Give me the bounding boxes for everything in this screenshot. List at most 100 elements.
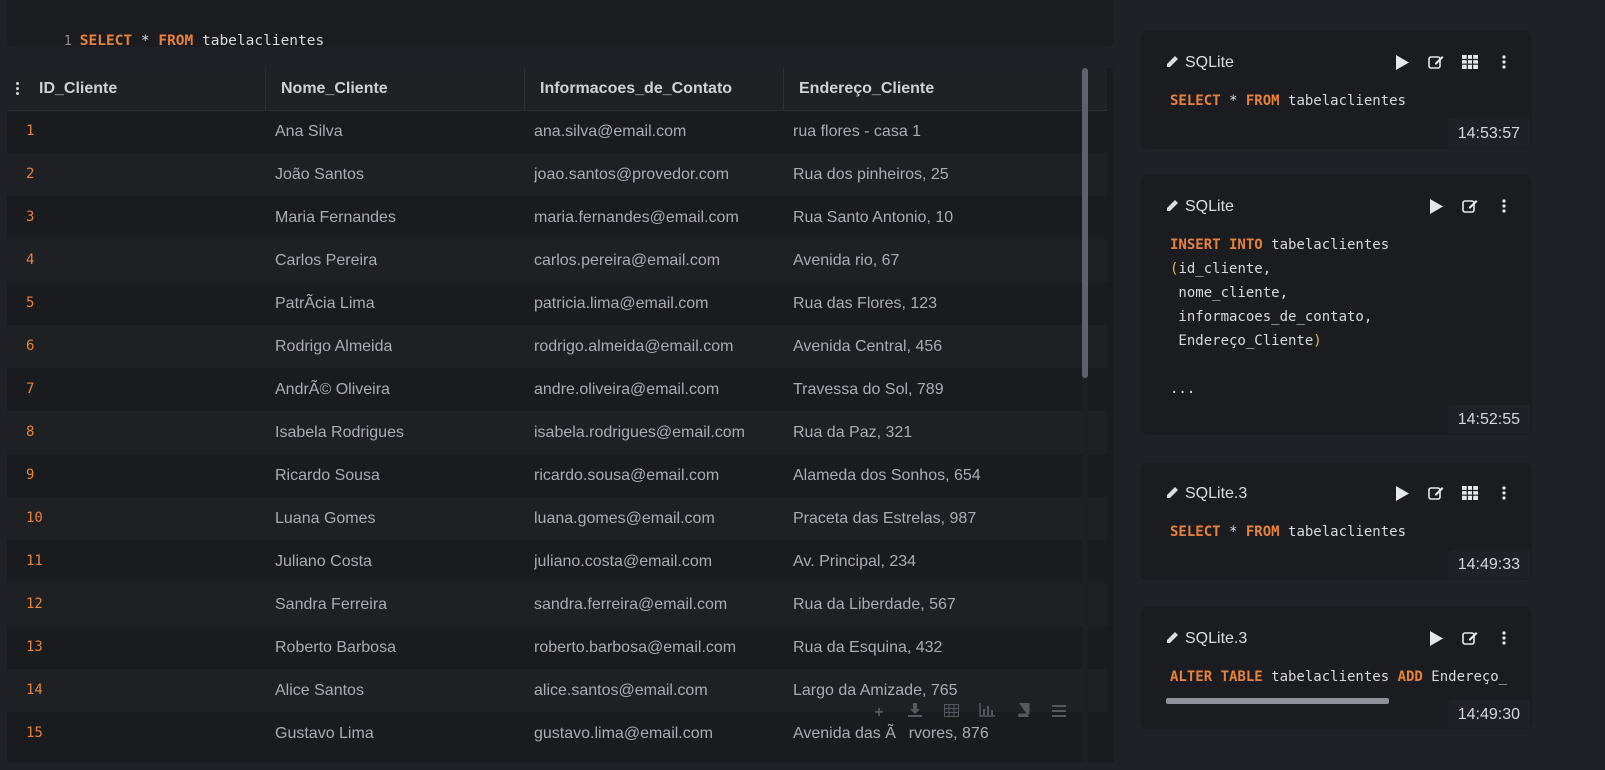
- run-icon[interactable]: [1428, 629, 1444, 647]
- table-row[interactable]: 2 João Santos joao.santos@provedor.com Rua …: [7, 153, 1107, 196]
- bar-chart-icon[interactable]: [977, 703, 997, 723]
- edit-icon[interactable]: [1428, 53, 1444, 71]
- cell-id[interactable]: 3: [26, 196, 34, 239]
- cell-contato[interactable]: carlos.pereira@email.com: [534, 239, 720, 282]
- cell-endereco[interactable]: Rua das Flores, 123: [793, 282, 937, 325]
- cell-contato[interactable]: ricardo.sousa@email.com: [534, 454, 719, 497]
- cell-id[interactable]: 7: [26, 368, 34, 411]
- cell-nome[interactable]: Alice Santos: [275, 669, 364, 712]
- cell-id[interactable]: 10: [26, 497, 43, 540]
- column-header-endereco[interactable]: Endereço_Cliente: [784, 68, 1084, 110]
- run-icon[interactable]: [1394, 53, 1410, 71]
- editor-line[interactable]: 1 SELECT * FROM tabelaclientes: [29, 17, 324, 65]
- cell-id[interactable]: 14: [26, 669, 43, 712]
- scrollbar-thumb[interactable]: [1082, 68, 1088, 378]
- table-row[interactable]: 11 Juliano Costa juliano.costa@email.com Av…: [7, 540, 1107, 583]
- history-card[interactable]: SQLite.3 ALTER TABLE tabelaclientes ADD …: [1140, 607, 1532, 730]
- cell-contato[interactable]: juliano.costa@email.com: [534, 540, 712, 583]
- run-icon[interactable]: [1394, 484, 1410, 502]
- cell-contato[interactable]: rodrigo.almeida@email.com: [534, 325, 733, 368]
- column-menu-icon[interactable]: [16, 82, 20, 96]
- table-row[interactable]: 1 Ana Silva ana.silva@email.com rua flores …: [7, 110, 1107, 153]
- table-row[interactable]: 8 Isabela Rodrigues isabela.rodrigues@emai…: [7, 411, 1107, 454]
- table-row[interactable]: 6 Rodrigo Almeida rodrigo.almeida@email.co…: [7, 325, 1107, 368]
- sql-editor[interactable]: 1 SELECT * FROM tabelaclientes: [7, 0, 1114, 49]
- menu-icon[interactable]: [1049, 703, 1069, 723]
- cell-endereco[interactable]: Alameda dos Sonhos, 654: [793, 454, 981, 497]
- cell-contato[interactable]: sandra.ferreira@email.com: [534, 583, 727, 626]
- history-card[interactable]: SQLite SELECT * FROM tabelaclientes 14:5…: [1140, 31, 1532, 149]
- cell-nome[interactable]: Gustavo Lima: [275, 712, 374, 755]
- cell-contato[interactable]: gustavo.lima@email.com: [534, 712, 713, 755]
- history-card[interactable]: SQLite.3 SELECT * FROM tabelaclientes 14…: [1140, 462, 1532, 580]
- table-icon[interactable]: [941, 703, 961, 723]
- download-icon[interactable]: [905, 703, 925, 723]
- cell-contato[interactable]: patricia.lima@email.com: [534, 282, 709, 325]
- cell-nome[interactable]: Ana Silva: [275, 110, 343, 153]
- horizontal-scrollbar[interactable]: [1166, 698, 1389, 704]
- cell-id[interactable]: 8: [26, 411, 34, 454]
- cell-endereco[interactable]: Rua dos pinheiros, 25: [793, 153, 949, 196]
- cell-contato[interactable]: ana.silva@email.com: [534, 110, 686, 153]
- cell-nome[interactable]: PatrÃcia Lima: [275, 282, 375, 325]
- grid-view-icon[interactable]: [1462, 484, 1478, 502]
- cell-id[interactable]: 4: [26, 239, 34, 282]
- table-row[interactable]: 5 PatrÃcia Lima patricia.lima@email.com Rua…: [7, 282, 1107, 325]
- table-row[interactable]: 10 Luana Gomes luana.gomes@email.com Pracet…: [7, 497, 1107, 540]
- cell-nome[interactable]: Roberto Barbosa: [275, 626, 396, 669]
- plus-icon[interactable]: +: [869, 703, 889, 723]
- cell-nome[interactable]: Sandra Ferreira: [275, 583, 387, 626]
- cell-endereco[interactable]: Rua Santo Antonio, 10: [793, 196, 953, 239]
- cell-id[interactable]: 1: [26, 110, 34, 153]
- more-options-icon[interactable]: [1496, 197, 1512, 215]
- cell-endereco[interactable]: Rua da Paz, 321: [793, 411, 912, 454]
- cell-id[interactable]: 5: [26, 282, 34, 325]
- column-header-nome[interactable]: Nome_Cliente: [266, 68, 525, 110]
- edit-icon[interactable]: [1462, 629, 1478, 647]
- cell-contato[interactable]: maria.fernandes@email.com: [534, 196, 739, 239]
- cell-id[interactable]: 6: [26, 325, 34, 368]
- table-row[interactable]: 12 Sandra Ferreira sandra.ferreira@email.c…: [7, 583, 1107, 626]
- cell-nome[interactable]: João Santos: [275, 153, 364, 196]
- cell-nome[interactable]: Rodrigo Almeida: [275, 325, 392, 368]
- cell-id[interactable]: 15: [26, 712, 43, 755]
- edit-icon[interactable]: [1428, 484, 1444, 502]
- cell-contato[interactable]: roberto.barbosa@email.com: [534, 626, 736, 669]
- cell-nome[interactable]: Ricardo Sousa: [275, 454, 380, 497]
- table-row[interactable]: 4 Carlos Pereira carlos.pereira@email.com A…: [7, 239, 1107, 282]
- more-options-icon[interactable]: [1496, 484, 1512, 502]
- more-options-icon[interactable]: [1496, 53, 1512, 71]
- cell-nome[interactable]: Juliano Costa: [275, 540, 372, 583]
- edit-icon[interactable]: [1462, 197, 1478, 215]
- cell-endereco[interactable]: Travessa do Sol, 789: [793, 368, 944, 411]
- cell-nome[interactable]: Isabela Rodrigues: [275, 411, 404, 454]
- cell-nome[interactable]: Maria Fernandes: [275, 196, 396, 239]
- cell-endereco[interactable]: rua flores - casa 1: [793, 110, 921, 153]
- cell-endereco[interactable]: Avenida rio, 67: [793, 239, 899, 282]
- cell-contato[interactable]: joao.santos@provedor.com: [534, 153, 729, 196]
- cell-endereco[interactable]: Rua da Liberdade, 567: [793, 583, 956, 626]
- table-row[interactable]: 13 Roberto Barbosa roberto.barbosa@email.c…: [7, 626, 1107, 669]
- cell-endereco[interactable]: Praceta das Estrelas, 987: [793, 497, 976, 540]
- history-card[interactable]: SQLite INSERT INTO tabelaclientes (id_cl…: [1140, 175, 1532, 435]
- cell-contato[interactable]: luana.gomes@email.com: [534, 497, 715, 540]
- table-row[interactable]: 7 AndrÃ© Oliveira andre.oliveira@email.com…: [7, 368, 1107, 411]
- more-options-icon[interactable]: [1496, 629, 1512, 647]
- table-row[interactable]: 3 Maria Fernandes maria.fernandes@email.co…: [7, 196, 1107, 239]
- cell-contato[interactable]: alice.santos@email.com: [534, 669, 708, 712]
- cell-nome[interactable]: Luana Gomes: [275, 497, 376, 540]
- column-header-contato[interactable]: Informacoes_de_Contato: [525, 68, 784, 110]
- cell-endereco[interactable]: Av. Principal, 234: [793, 540, 916, 583]
- column-header-id[interactable]: ID_Cliente: [39, 68, 266, 110]
- cell-id[interactable]: 11: [26, 540, 43, 583]
- cell-contato[interactable]: andre.oliveira@email.com: [534, 368, 719, 411]
- vertical-scrollbar[interactable]: [1082, 68, 1088, 762]
- run-icon[interactable]: [1428, 197, 1444, 215]
- cell-endereco[interactable]: Avenida Central, 456: [793, 325, 942, 368]
- cell-id[interactable]: 13: [26, 626, 43, 669]
- cell-endereco[interactable]: Rua da Esquina, 432: [793, 626, 942, 669]
- cell-nome[interactable]: Carlos Pereira: [275, 239, 377, 282]
- table-row[interactable]: 9 Ricardo Sousa ricardo.sousa@email.com Ala…: [7, 454, 1107, 497]
- grid-view-icon[interactable]: [1462, 53, 1478, 71]
- cell-contato[interactable]: isabela.rodrigues@email.com: [534, 411, 745, 454]
